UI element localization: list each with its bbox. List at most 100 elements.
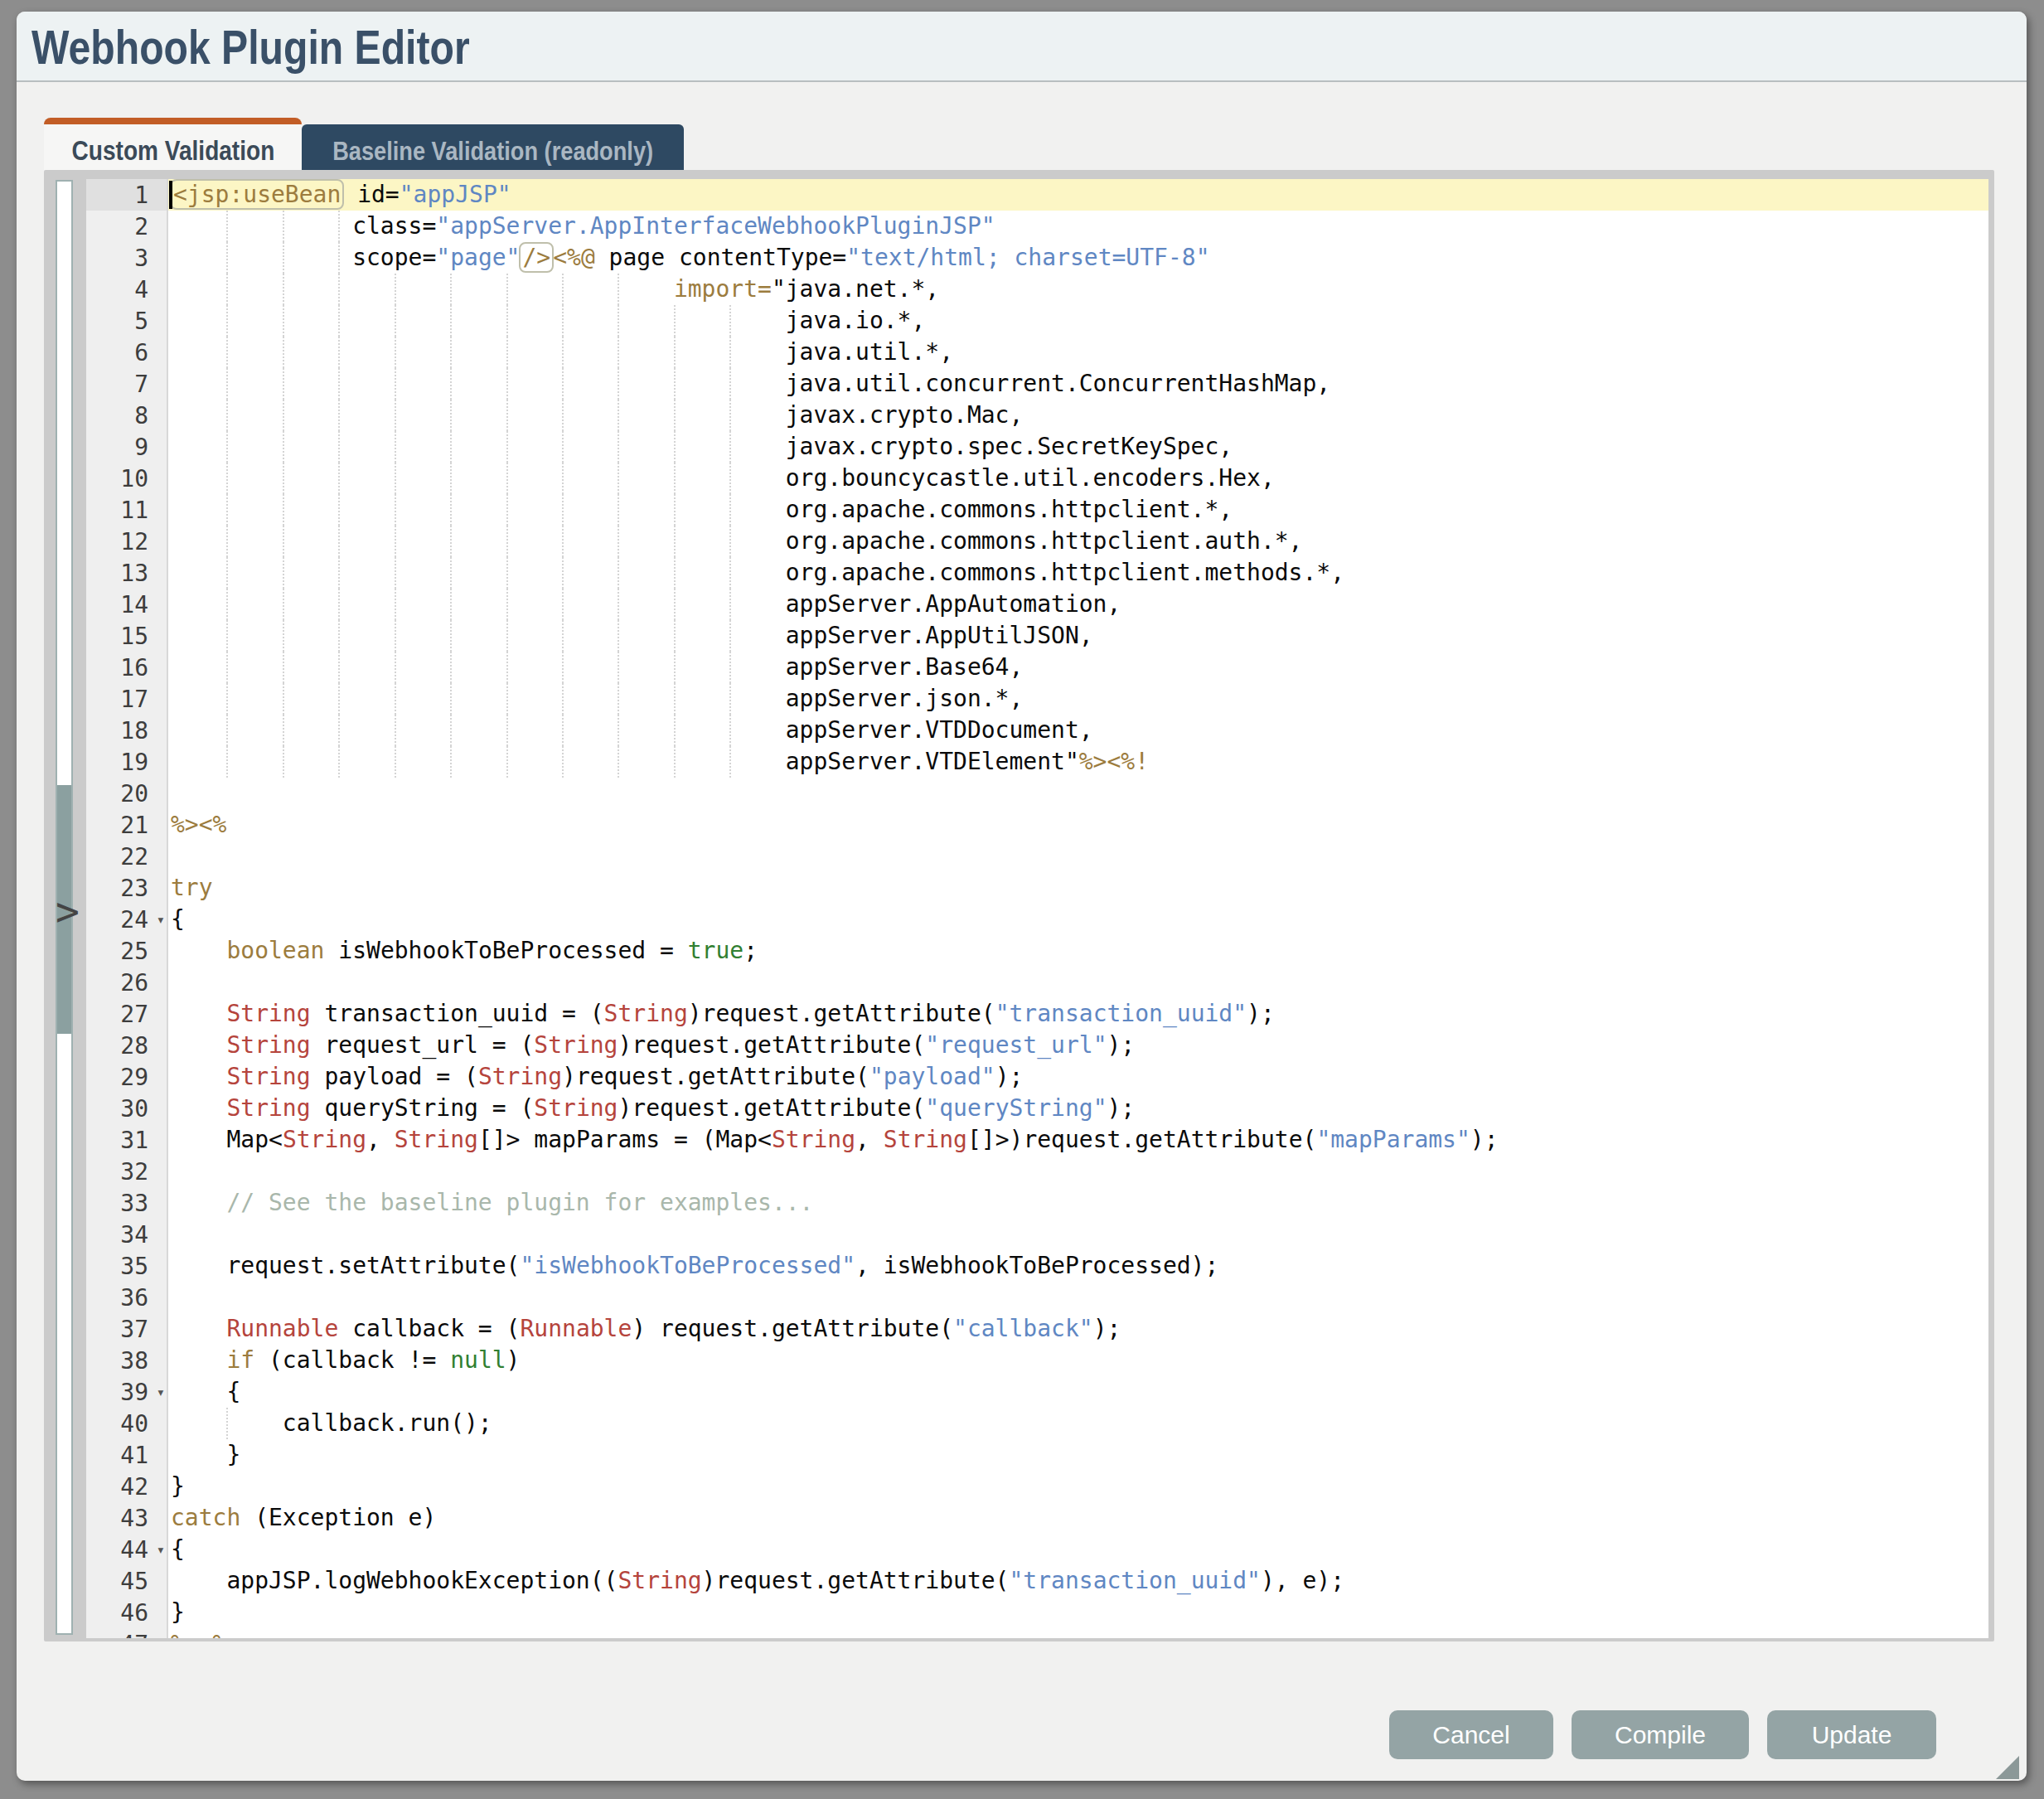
code-line[interactable]: 46}: [86, 1597, 1988, 1628]
code-line[interactable]: 29 String payload = (String)request.getA…: [86, 1061, 1988, 1093]
code-line[interactable]: 4 import="java.net.*,: [86, 274, 1988, 305]
line-number[interactable]: 29: [86, 1061, 168, 1093]
code-line[interactable]: 6 java.util.*,: [86, 337, 1988, 368]
line-number[interactable]: 3: [86, 242, 168, 274]
code-line[interactable]: 7 java.util.concurrent.ConcurrentHashMap…: [86, 368, 1988, 400]
line-number[interactable]: 32: [86, 1156, 168, 1187]
fold-arrow-icon[interactable]: ▾: [157, 1384, 165, 1400]
fold-arrow-icon[interactable]: ▾: [157, 1541, 165, 1558]
line-number[interactable]: 33: [86, 1187, 168, 1219]
panel-expand-chevron-icon[interactable]: >: [56, 888, 89, 934]
code-line[interactable]: 12 org.apache.commons.httpclient.auth.*,: [86, 526, 1988, 557]
code-line[interactable]: 2 class="appServer.AppInterfaceWebhookPl…: [86, 211, 1988, 242]
code-line[interactable]: 32: [86, 1156, 1988, 1187]
code-line[interactable]: 3 scope="page"/><%@ page contentType="te…: [86, 242, 1988, 274]
line-number[interactable]: 23: [86, 872, 168, 904]
code-line[interactable]: 39▾ {: [86, 1376, 1988, 1408]
update-button[interactable]: Update: [1767, 1710, 1936, 1759]
code-line[interactable]: 45 appJSP.logWebhookException((String)re…: [86, 1565, 1988, 1597]
line-number[interactable]: 8: [86, 400, 168, 431]
line-number[interactable]: 34: [86, 1219, 168, 1250]
code-line[interactable]: 20: [86, 778, 1988, 809]
line-number[interactable]: 12: [86, 526, 168, 557]
line-number[interactable]: 38: [86, 1345, 168, 1376]
code-line[interactable]: 37 Runnable callback = (Runnable) reques…: [86, 1313, 1988, 1345]
code-line[interactable]: 44▾{: [86, 1534, 1988, 1565]
line-number[interactable]: 20: [86, 778, 168, 809]
line-number[interactable]: 2: [86, 211, 168, 242]
line-number[interactable]: 18: [86, 715, 168, 746]
line-number[interactable]: 37: [86, 1313, 168, 1345]
line-number[interactable]: 39▾: [86, 1376, 168, 1408]
line-number[interactable]: 14: [86, 589, 168, 620]
code-line[interactable]: 41 }: [86, 1439, 1988, 1471]
line-number[interactable]: 15: [86, 620, 168, 652]
line-number[interactable]: 46: [86, 1597, 168, 1628]
code-line[interactable]: 11 org.apache.commons.httpclient.*,: [86, 494, 1988, 526]
line-number[interactable]: 26: [86, 967, 168, 998]
code-line[interactable]: 1<jsp:useBean id="appJSP": [86, 179, 1988, 211]
code-line[interactable]: 47%><%: [86, 1628, 1988, 1638]
code-line[interactable]: 25 boolean isWebhookToBeProcessed = true…: [86, 935, 1988, 967]
line-number[interactable]: 35: [86, 1250, 168, 1282]
code-line[interactable]: 34: [86, 1219, 1988, 1250]
line-number[interactable]: 5: [86, 305, 168, 337]
code-line[interactable]: 38 if (callback != null): [86, 1345, 1988, 1376]
line-number[interactable]: 17: [86, 683, 168, 715]
code-line[interactable]: 15 appServer.AppUtilJSON,: [86, 620, 1988, 652]
line-number[interactable]: 40: [86, 1408, 168, 1439]
code-area[interactable]: 1<jsp:useBean id="appJSP"2 class="appSer…: [86, 179, 1988, 1638]
line-number[interactable]: 11: [86, 494, 168, 526]
code-line[interactable]: 22: [86, 841, 1988, 872]
line-number[interactable]: 45: [86, 1565, 168, 1597]
resize-handle-icon[interactable]: [1996, 1756, 2019, 1779]
fold-arrow-icon[interactable]: ▾: [157, 911, 165, 928]
line-number[interactable]: 47: [86, 1628, 168, 1638]
code-line[interactable]: 19 appServer.VTDElement"%><%!: [86, 746, 1988, 778]
line-number[interactable]: 1: [86, 179, 168, 211]
line-number[interactable]: 43: [86, 1502, 168, 1534]
line-number[interactable]: 19: [86, 746, 168, 778]
code-line[interactable]: 30 String queryString = (String)request.…: [86, 1093, 1988, 1124]
code-line[interactable]: 17 appServer.json.*,: [86, 683, 1988, 715]
code-line[interactable]: 42}: [86, 1471, 1988, 1502]
line-number[interactable]: 31: [86, 1124, 168, 1156]
line-number[interactable]: 25: [86, 935, 168, 967]
line-number[interactable]: 22: [86, 841, 168, 872]
code-line[interactable]: 24▾{: [86, 904, 1988, 935]
line-number[interactable]: 4: [86, 274, 168, 305]
code-line[interactable]: 35 request.setAttribute("isWebhookToBePr…: [86, 1250, 1988, 1282]
code-line[interactable]: 40 callback.run();: [86, 1408, 1988, 1439]
line-number[interactable]: 44▾: [86, 1534, 168, 1565]
line-number[interactable]: 16: [86, 652, 168, 683]
code-line[interactable]: 31 Map<String, String[]> mapParams = (Ma…: [86, 1124, 1988, 1156]
code-line[interactable]: 9 javax.crypto.spec.SecretKeySpec,: [86, 431, 1988, 463]
code-line[interactable]: 27 String transaction_uuid = (String)req…: [86, 998, 1988, 1030]
line-number[interactable]: 41: [86, 1439, 168, 1471]
line-number[interactable]: 30: [86, 1093, 168, 1124]
code-line[interactable]: 21%><%: [86, 809, 1988, 841]
code-line[interactable]: 33 // See the baseline plugin for exampl…: [86, 1187, 1988, 1219]
code-line[interactable]: 36: [86, 1282, 1988, 1313]
line-number[interactable]: 24▾: [86, 904, 168, 935]
line-number[interactable]: 27: [86, 998, 168, 1030]
code-line[interactable]: 13 org.apache.commons.httpclient.methods…: [86, 557, 1988, 589]
tab-custom-validation[interactable]: Custom Validation: [44, 118, 302, 177]
line-number[interactable]: 7: [86, 368, 168, 400]
code-line[interactable]: 16 appServer.Base64,: [86, 652, 1988, 683]
code-line[interactable]: 23try: [86, 872, 1988, 904]
line-number[interactable]: 36: [86, 1282, 168, 1313]
code-line[interactable]: 26: [86, 967, 1988, 998]
line-number[interactable]: 10: [86, 463, 168, 494]
compile-button[interactable]: Compile: [1572, 1710, 1749, 1759]
code-line[interactable]: 8 javax.crypto.Mac,: [86, 400, 1988, 431]
code-line[interactable]: 14 appServer.AppAutomation,: [86, 589, 1988, 620]
cancel-button[interactable]: Cancel: [1389, 1710, 1553, 1759]
code-line[interactable]: 28 String request_url = (String)request.…: [86, 1030, 1988, 1061]
code-line[interactable]: 18 appServer.VTDDocument,: [86, 715, 1988, 746]
code-line[interactable]: 43catch (Exception e): [86, 1502, 1988, 1534]
line-number[interactable]: 21: [86, 809, 168, 841]
line-number[interactable]: 6: [86, 337, 168, 368]
code-line[interactable]: 10 org.bouncycastle.util.encoders.Hex,: [86, 463, 1988, 494]
line-number[interactable]: 9: [86, 431, 168, 463]
